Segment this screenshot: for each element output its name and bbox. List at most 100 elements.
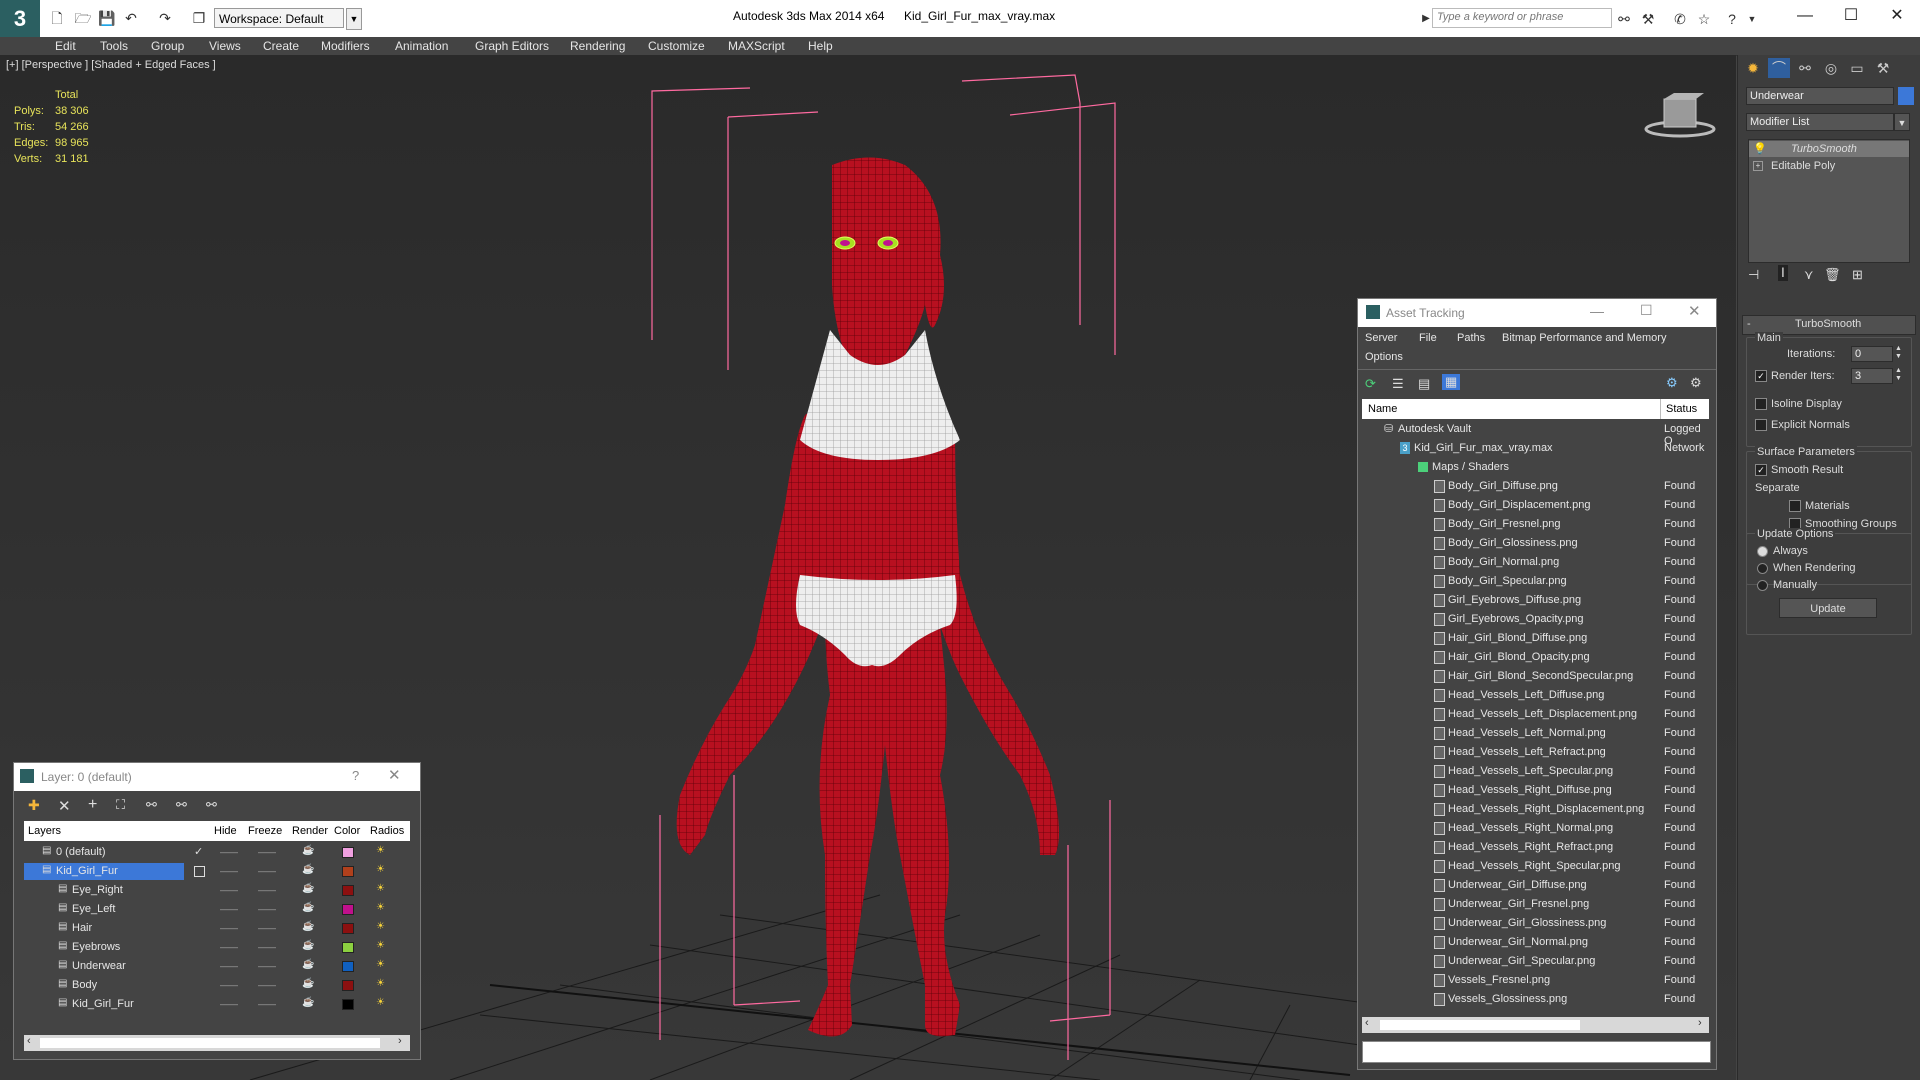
- manually-radio[interactable]: [1757, 580, 1768, 591]
- remove-modifier-icon[interactable]: 🗑: [1824, 267, 1841, 283]
- list-item[interactable]: Girl_Eyebrows_Diffuse.png Found: [1362, 591, 1709, 610]
- menu-maxscript[interactable]: MAXScript: [728, 39, 785, 53]
- render-teapot-icon[interactable]: ☕: [302, 997, 314, 1008]
- close-button[interactable]: ✕: [1874, 4, 1920, 28]
- menu-create[interactable]: Create: [263, 39, 299, 53]
- materials-checkbox[interactable]: [1789, 500, 1801, 512]
- show-end-result-icon[interactable]: Ⅰ: [1778, 265, 1788, 281]
- layer-row[interactable]: ▤ Eye_Left —— —— ☕ ☀: [24, 900, 410, 919]
- column-freeze-header[interactable]: Freeze: [248, 825, 282, 837]
- configure-sets-icon[interactable]: ⊞: [1852, 267, 1863, 283]
- object-name-field[interactable]: Underwear: [1746, 87, 1894, 105]
- radiosity-icon[interactable]: ☀: [376, 902, 385, 913]
- close-button[interactable]: ✕: [1688, 302, 1701, 320]
- column-name-header[interactable]: Name: [1368, 403, 1397, 415]
- layer-row[interactable]: ▤ Kid_Girl_Fur —— —— ☕ ☀: [24, 862, 410, 881]
- asset-path-field[interactable]: [1362, 1041, 1711, 1063]
- app-logo-icon[interactable]: 3: [0, 0, 40, 37]
- menu-paths[interactable]: Paths: [1457, 332, 1485, 344]
- new-file-icon[interactable]: 🗋: [48, 9, 66, 27]
- layer-row[interactable]: ▤ Eye_Right —— —— ☕ ☀: [24, 881, 410, 900]
- save-icon[interactable]: 💾: [98, 9, 116, 27]
- redo-icon[interactable]: ↷: [156, 9, 174, 27]
- chevron-down-icon[interactable]: ▼: [1742, 9, 1762, 29]
- communication-icon[interactable]: ✆: [1670, 9, 1690, 29]
- render-teapot-icon[interactable]: ☕: [302, 959, 314, 970]
- scroll-left-icon[interactable]: ‹: [1365, 1017, 1369, 1029]
- menu-customize[interactable]: Customize: [648, 39, 705, 53]
- modify-tab-icon[interactable]: ⌒: [1768, 58, 1790, 78]
- render-iters-spinner[interactable]: 3: [1851, 368, 1893, 384]
- maximize-button[interactable]: ☐: [1640, 302, 1653, 319]
- list-item[interactable]: Body_Girl_Displacement.png Found: [1362, 496, 1709, 515]
- hide-toggle[interactable]: ——: [220, 980, 238, 990]
- list-item[interactable]: Underwear_Girl_Diffuse.png Found: [1362, 876, 1709, 895]
- freeze-toggle[interactable]: ——: [258, 942, 276, 952]
- list-item[interactable]: Head_Vessels_Right_Refract.png Found: [1362, 838, 1709, 857]
- column-color-header[interactable]: Color: [334, 825, 360, 837]
- freeze-toggle[interactable]: ——: [258, 847, 276, 857]
- when-rendering-radio[interactable]: [1757, 563, 1768, 574]
- column-render-header[interactable]: Render: [292, 825, 328, 837]
- freeze-toggle[interactable]: ——: [258, 885, 276, 895]
- menu-tools[interactable]: Tools: [100, 39, 128, 53]
- current-layer-box[interactable]: [194, 866, 205, 877]
- hide-toggle[interactable]: ——: [220, 885, 238, 895]
- layer-color-swatch[interactable]: [342, 980, 354, 991]
- refresh-icon[interactable]: ⟳: [1365, 376, 1376, 392]
- settings-icon[interactable]: ⚙: [1690, 375, 1702, 391]
- menu-graph-editors[interactable]: Graph Editors: [475, 39, 549, 53]
- hide-toggle[interactable]: ——: [220, 942, 238, 952]
- column-radiosity-header[interactable]: Radios: [370, 825, 404, 837]
- radiosity-icon[interactable]: ☀: [376, 997, 385, 1008]
- freeze-toggle[interactable]: ——: [258, 999, 276, 1009]
- freeze-toggle[interactable]: ——: [258, 980, 276, 990]
- layer-color-swatch[interactable]: [342, 866, 354, 877]
- iterations-spinner[interactable]: 0: [1851, 346, 1893, 362]
- list-item[interactable]: Underwear_Girl_Specular.png Found: [1362, 952, 1709, 971]
- asset-list[interactable]: ⛁ Autodesk Vault Logged O 3 Kid_Girl_Fur…: [1362, 420, 1709, 1028]
- render-teapot-icon[interactable]: ☕: [302, 902, 314, 913]
- object-color-swatch[interactable]: [1898, 87, 1914, 105]
- menu-bitmap-performance[interactable]: Bitmap Performance and Memory: [1502, 332, 1666, 344]
- list-item[interactable]: Body_Girl_Glossiness.png Found: [1362, 534, 1709, 553]
- radiosity-icon[interactable]: ☀: [376, 959, 385, 970]
- always-radio[interactable]: [1757, 546, 1768, 557]
- menu-file[interactable]: File: [1419, 332, 1437, 344]
- radiosity-icon[interactable]: ☀: [376, 883, 385, 894]
- undo-icon[interactable]: ↶: [122, 9, 140, 27]
- hide-toggle[interactable]: ——: [220, 961, 238, 971]
- layer-color-swatch[interactable]: [342, 923, 354, 934]
- list-item[interactable]: Hair_Girl_Blond_SecondSpecular.png Found: [1362, 667, 1709, 686]
- stack-item-editable-poly[interactable]: + Editable Poly: [1749, 158, 1909, 174]
- scrollbar-thumb[interactable]: [40, 1038, 380, 1048]
- menu-server[interactable]: Server: [1365, 332, 1397, 344]
- detail-view-icon[interactable]: ▤: [1418, 376, 1430, 392]
- render-teapot-icon[interactable]: ☕: [302, 940, 314, 951]
- radiosity-icon[interactable]: ☀: [376, 940, 385, 951]
- scrollbar-thumb[interactable]: [1380, 1020, 1580, 1030]
- column-hide-header[interactable]: Hide: [214, 825, 237, 837]
- layer-color-swatch[interactable]: [342, 942, 354, 953]
- horizontal-scrollbar[interactable]: ‹ ›: [24, 1035, 410, 1051]
- list-item[interactable]: Head_Vessels_Left_Diffuse.png Found: [1362, 686, 1709, 705]
- hide-toggle[interactable]: ——: [220, 999, 238, 1009]
- favorites-star-icon[interactable]: ☆: [1694, 9, 1714, 29]
- menu-options[interactable]: Options: [1365, 351, 1403, 363]
- stack-item-turbosmooth[interactable]: 💡 TurboSmooth: [1749, 141, 1909, 157]
- layer-row[interactable]: ▤ Body —— —— ☕ ☀: [24, 976, 410, 995]
- layer-color-swatch[interactable]: [342, 885, 354, 896]
- viewport-label[interactable]: [+] [Perspective ] [Shaded + Edged Faces…: [6, 59, 216, 71]
- list-item[interactable]: Vessels_Glossiness.png Found: [1362, 990, 1709, 1009]
- render-teapot-icon[interactable]: ☕: [302, 864, 314, 875]
- column-layers-header[interactable]: Layers: [28, 825, 61, 837]
- radiosity-icon[interactable]: ☀: [376, 921, 385, 932]
- close-button[interactable]: ✕: [388, 766, 401, 784]
- menu-help[interactable]: Help: [808, 39, 833, 53]
- list-item[interactable]: Head_Vessels_Right_Displacement.png Found: [1362, 800, 1709, 819]
- modifier-list-dropdown[interactable]: Modifier List: [1746, 113, 1894, 131]
- radiosity-icon[interactable]: ☀: [376, 864, 385, 875]
- freeze-toggle[interactable]: ——: [258, 904, 276, 914]
- project-folder-icon[interactable]: ❐: [190, 9, 208, 27]
- delete-layer-icon[interactable]: ✕: [58, 797, 71, 815]
